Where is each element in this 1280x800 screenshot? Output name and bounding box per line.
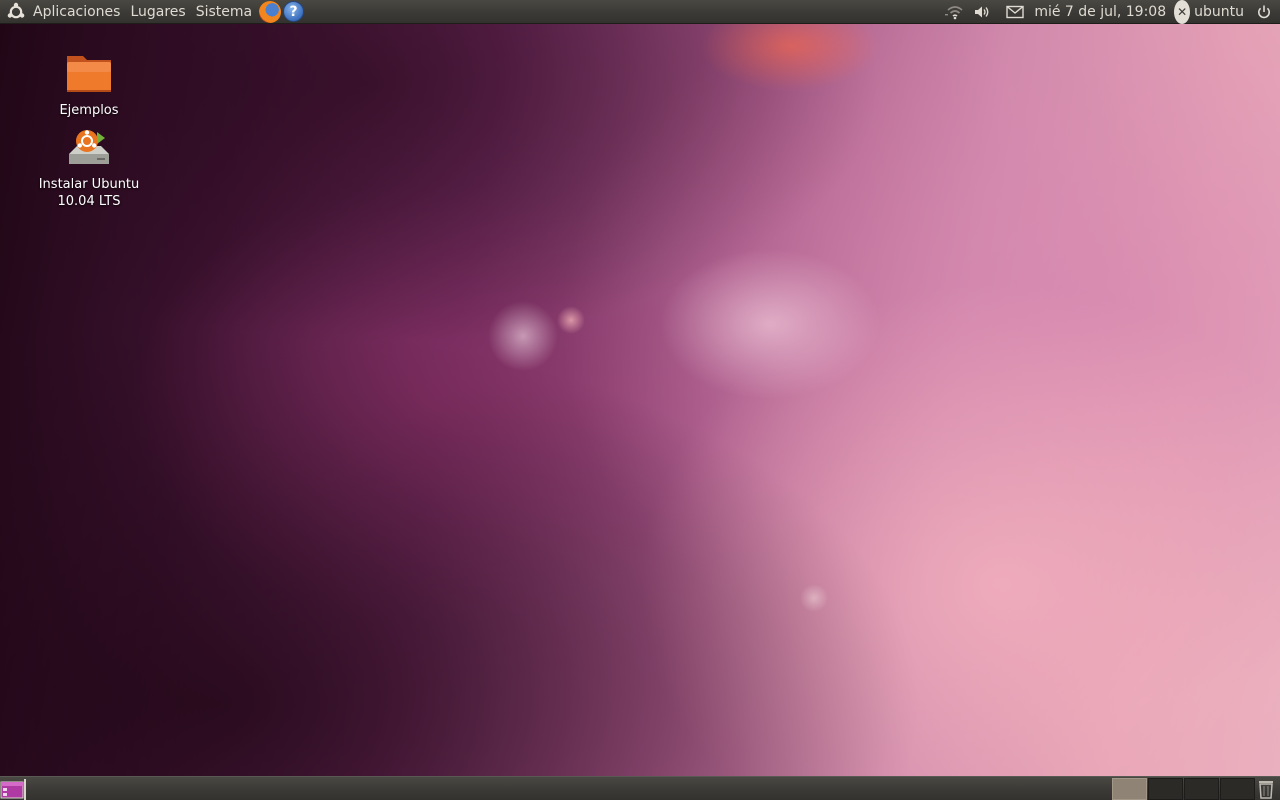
workspace-3[interactable]	[1184, 778, 1219, 800]
desktop-icon-ejemplos[interactable]: Ejemplos	[23, 50, 155, 119]
folder-icon	[63, 50, 115, 98]
workspace-switcher	[1112, 777, 1256, 800]
menu-aplicaciones[interactable]: Aplicaciones	[28, 0, 125, 24]
panel-indicators: mié 7 de jul, 19:08 ✕ ubuntu	[942, 0, 1280, 24]
help-icon[interactable]: ?	[283, 1, 305, 22]
bottom-panel	[0, 776, 1280, 800]
mail-icon[interactable]	[1002, 0, 1028, 24]
user-status-icon[interactable]: ✕	[1174, 0, 1191, 24]
ubuntu-logo-icon[interactable]	[4, 0, 28, 24]
desktop-icon-instalar-ubuntu[interactable]: Instalar Ubuntu 10.04 LTS	[23, 124, 155, 210]
clock[interactable]: mié 7 de jul, 19:08	[1034, 4, 1166, 20]
top-panel: Aplicaciones Lugares Sistema ? mié 7 de …	[0, 0, 1280, 24]
workspace-4[interactable]	[1220, 778, 1255, 800]
desktop-icon-label: Ejemplos	[59, 103, 119, 118]
workspace-1[interactable]	[1112, 778, 1147, 800]
volume-icon[interactable]	[968, 0, 996, 24]
desktop-wallpaper[interactable]	[0, 24, 1280, 776]
desktop-icon-label: Instalar Ubuntu 10.04 LTS	[38, 177, 140, 209]
menu-lugares[interactable]: Lugares	[125, 0, 190, 24]
workspace-2[interactable]	[1148, 778, 1183, 800]
power-icon[interactable]	[1254, 0, 1274, 24]
network-wireless-icon[interactable]	[942, 0, 968, 24]
trash-icon[interactable]	[1255, 778, 1277, 800]
user-name[interactable]: ubuntu	[1194, 4, 1244, 20]
installer-icon	[63, 124, 115, 172]
show-desktop-icon[interactable]	[0, 779, 26, 800]
firefox-icon[interactable]	[259, 0, 282, 23]
menu-sistema[interactable]: Sistema	[191, 0, 257, 24]
